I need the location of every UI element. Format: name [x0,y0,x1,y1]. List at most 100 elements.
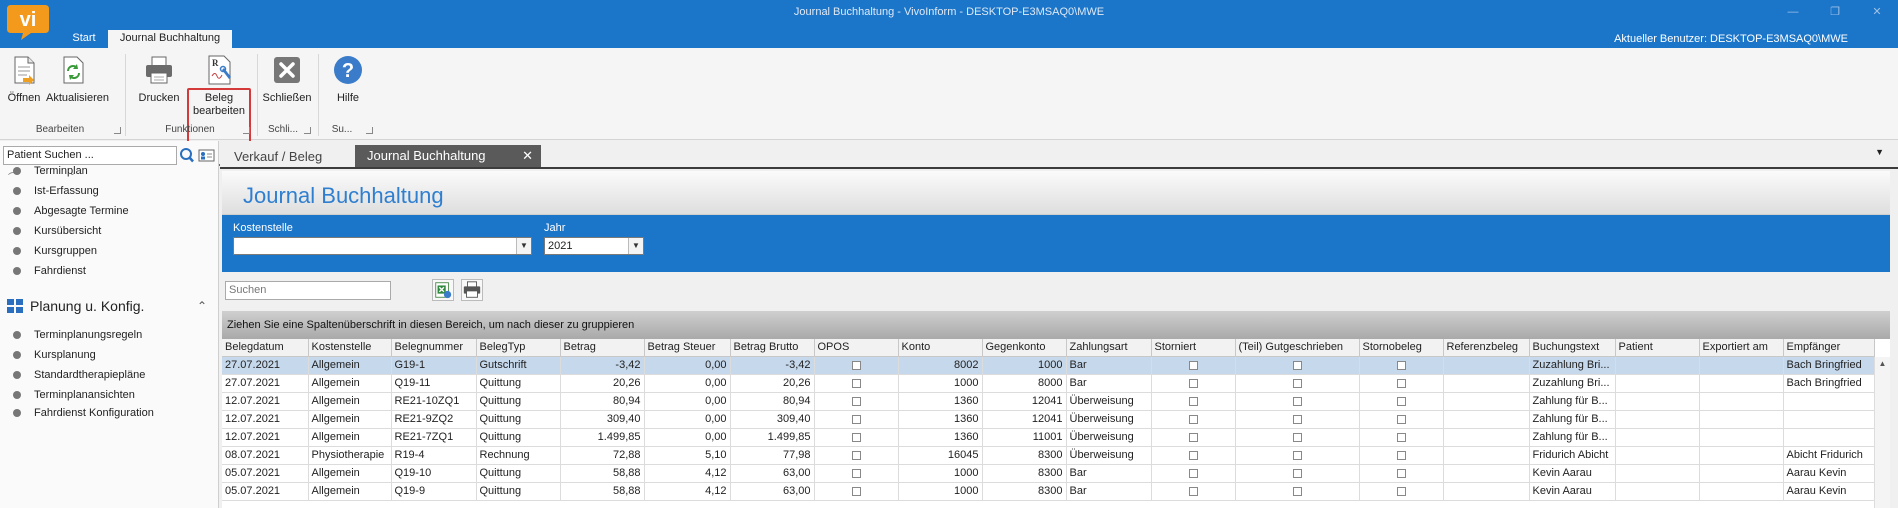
chevron-up-icon[interactable]: ⌃ [197,299,207,313]
column-header[interactable]: Betrag [560,339,645,357]
sidebar-item-kursgruppen[interactable]: Kursgruppen [13,245,97,257]
checkbox[interactable] [1188,486,1198,496]
kostenstelle-select[interactable]: ▼ [233,237,532,255]
print-button[interactable]: Drucken [136,54,182,105]
column-header[interactable]: (Teil) Gutgeschrieben [1235,339,1360,357]
dropdown-arrow-icon[interactable]: ▼ [628,238,643,254]
checkbox[interactable] [1396,468,1406,478]
sidebar-item-terminplanansichten[interactable]: Terminplanansichten [13,389,135,401]
help-button[interactable]: ? Hilfe [328,54,368,105]
group-launcher-icon[interactable] [114,127,121,134]
checkbox[interactable] [1188,396,1198,406]
checkbox[interactable] [1188,450,1198,460]
sidebar-item-standardtherapieplaene[interactable]: Standardtherapiepläne [13,369,145,381]
app-logo[interactable]: vi [5,3,51,41]
checkbox[interactable] [1396,486,1406,496]
doc-tab-verkauf-beleg[interactable]: Verkauf / Beleg [234,149,322,164]
dropdown-arrow-icon[interactable]: ▼ [516,238,531,254]
close-window-button[interactable]: ✕ [1856,0,1898,26]
column-header[interactable]: BelegTyp [476,339,561,357]
column-header[interactable]: Betrag Steuer [644,339,731,357]
table-row[interactable]: 27.07.2021 Allgemein Q19-11 Quittung 20,26 0,… [222,374,1875,393]
checkbox[interactable] [851,414,861,424]
column-header[interactable]: Buchungstext [1529,339,1616,357]
column-header[interactable]: Empfänger [1783,339,1875,357]
column-header[interactable]: OPOS [814,339,899,357]
column-header[interactable]: Belegdatum [222,339,309,357]
checkbox[interactable] [1292,396,1302,406]
checkbox[interactable] [1292,414,1302,424]
table-row[interactable]: 05.07.2021 Allgemein Q19-9 Quittung 58,88 4,1… [222,482,1875,501]
sidebar-item-terminplan[interactable]: Terminplan [13,165,88,177]
sidebar-item-kursuebersicht[interactable]: Kursübersicht [13,225,101,237]
grid-search-input[interactable]: Suchen [225,281,391,300]
group-launcher-icon[interactable] [366,127,373,134]
column-header[interactable]: Storniert [1151,339,1236,357]
sidebar-item-fahrdienst-konfiguration[interactable]: Fahrdienst Konfiguration [13,407,154,419]
checkbox[interactable] [1292,360,1302,370]
close-tab-icon[interactable]: ✕ [522,148,533,164]
restore-button[interactable]: ❐ [1814,0,1856,26]
sidebar-item-terminplanungsregeln[interactable]: Terminplanungsregeln [13,329,142,341]
table-row[interactable]: 12.07.2021 Allgemein RE21-10ZQ1 Quittung 80,… [222,392,1875,411]
column-header[interactable]: Konto [898,339,983,357]
checkbox[interactable] [1396,414,1406,424]
tabs-dropdown-icon[interactable]: ▼ [1875,147,1884,157]
checkbox[interactable] [851,468,861,478]
checkbox[interactable] [1292,378,1302,388]
refresh-button[interactable]: Aktualisieren [46,54,109,105]
checkbox[interactable] [1292,468,1302,478]
vertical-scrollbar[interactable]: ▲ [1874,357,1890,508]
table-row[interactable]: 05.07.2021 Allgemein Q19-10 Quittung 58,88 4,… [222,464,1875,483]
minimize-button[interactable]: — [1772,0,1814,26]
ribbon-tab-journal[interactable]: Journal Buchhaltung [108,30,232,48]
excel-export-icon[interactable] [432,279,454,301]
table-row[interactable]: 27.07.2021 Allgemein G19-1 Gutschrift -3,42 0… [222,356,1875,375]
checkbox[interactable] [1188,414,1198,424]
checkbox[interactable] [1188,378,1198,388]
column-header[interactable]: Patient [1615,339,1700,357]
column-header[interactable]: Kostenstelle [308,339,392,357]
checkbox[interactable] [1188,468,1198,478]
checkbox[interactable] [1396,378,1406,388]
checkbox[interactable] [1292,486,1302,496]
checkbox[interactable] [1188,360,1198,370]
column-header[interactable]: Exportiert am [1699,339,1784,357]
doc-tab-journal-buchhaltung[interactable]: Journal Buchhaltung ✕ [355,145,541,167]
ribbon-tab-start[interactable]: Start [58,30,110,48]
group-by-panel[interactable]: Ziehen Sie eine Spaltenüberschrift in di… [222,311,1890,339]
checkbox[interactable] [851,396,861,406]
checkbox[interactable] [1396,450,1406,460]
scroll-up-icon[interactable]: ▲ [1875,359,1890,368]
column-header[interactable]: Betrag Brutto [730,339,815,357]
column-header[interactable]: Gegenkonto [982,339,1067,357]
sidebar-item-fahrdienst[interactable]: Fahrdienst [13,265,86,277]
table-row[interactable]: 08.07.2021 Physiotherapie R19-4 Rechnung 72,… [222,446,1875,465]
patient-card-icon[interactable] [198,146,215,165]
sidebar-item-ist-erfassung[interactable]: Ist-Erfassung [13,185,99,197]
search-icon[interactable] [178,146,195,165]
checkbox[interactable] [851,360,861,370]
checkbox[interactable] [851,378,861,388]
checkbox[interactable] [851,486,861,496]
checkbox[interactable] [1396,360,1406,370]
column-header[interactable]: Zahlungsart [1066,339,1152,357]
checkbox[interactable] [1396,396,1406,406]
grid-print-icon[interactable] [461,279,483,301]
checkbox[interactable] [1396,432,1406,442]
table-row[interactable]: 12.07.2021 Allgemein RE21-9ZQ2 Quittung 309,… [222,410,1875,429]
checkbox[interactable] [851,432,861,442]
sidebar-group-planung[interactable]: Planung u. Konfig. [6,298,144,314]
close-button[interactable]: Schließen [262,54,312,105]
column-header[interactable]: Belegnummer [391,339,477,357]
group-launcher-icon[interactable] [243,127,250,134]
sidebar-item-abgesagte-termine[interactable]: Abgesagte Termine [13,205,129,217]
checkbox[interactable] [1188,432,1198,442]
column-header[interactable]: Referenzbeleg [1443,339,1530,357]
column-header[interactable]: Stornobeleg [1359,339,1444,357]
sidebar-item-kursplanung[interactable]: Kursplanung [13,349,96,361]
checkbox[interactable] [851,450,861,460]
table-row[interactable]: 12.07.2021 Allgemein RE21-7ZQ1 Quittung 1.49… [222,428,1875,447]
open-button[interactable]: Öffnen [4,54,44,105]
checkbox[interactable] [1292,450,1302,460]
